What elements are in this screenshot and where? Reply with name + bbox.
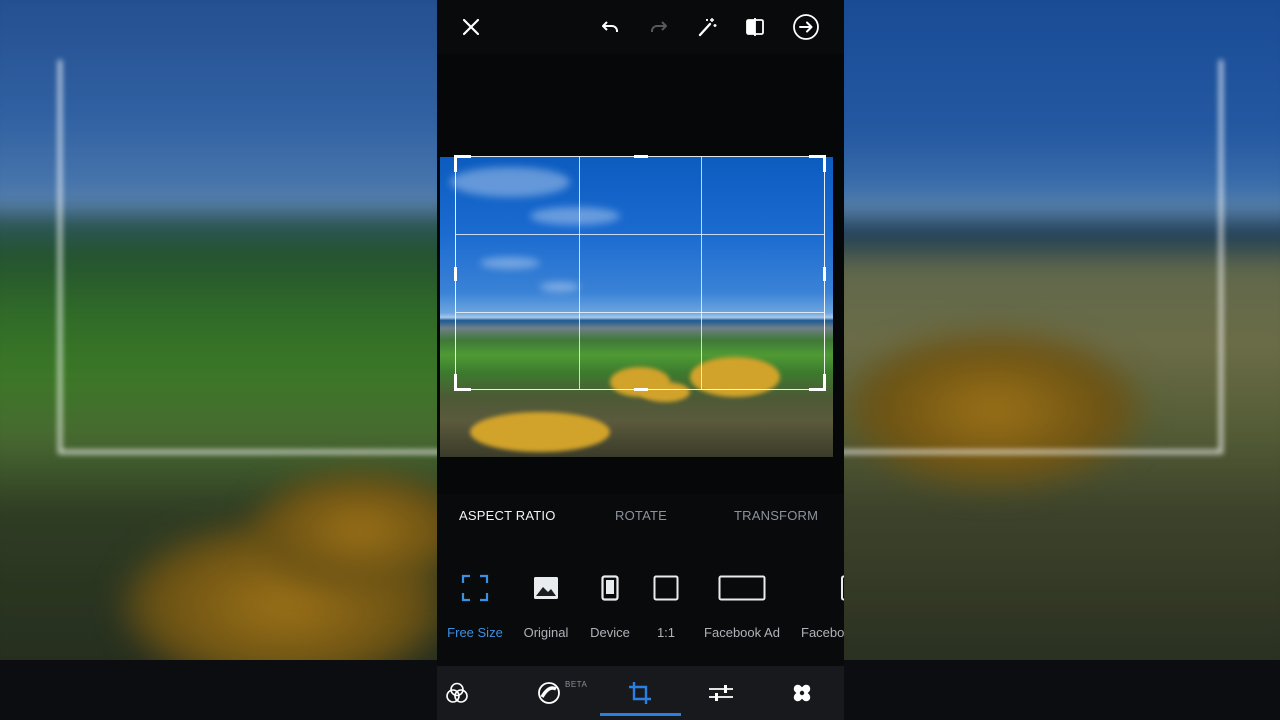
crop-icon (629, 682, 651, 704)
ratio-free-size[interactable]: Free Size (446, 560, 504, 650)
crop-handle-bottom-right[interactable] (809, 374, 826, 391)
aspect-ratio-list: Free Size Original Device 1:1 Facebook A… (437, 560, 844, 660)
crop-canvas (437, 54, 844, 494)
redo-button[interactable] (644, 12, 674, 42)
close-icon (462, 18, 480, 36)
ratio-label: Original (523, 625, 569, 640)
crop-handle-bottom-left[interactable] (454, 374, 471, 391)
image-icon (534, 577, 558, 599)
undo-icon (602, 21, 618, 32)
mix-button[interactable] (536, 680, 562, 706)
crop-button[interactable] (627, 680, 653, 706)
wide-rect-icon (841, 575, 844, 601)
crop-handle-bottom[interactable] (634, 388, 648, 391)
crop-handle-right[interactable] (823, 267, 826, 281)
active-tool-indicator (600, 713, 681, 716)
beta-badge: BETA (565, 680, 588, 689)
looks-button[interactable] (444, 680, 470, 706)
close-button[interactable] (456, 12, 486, 42)
undo-button[interactable] (595, 12, 625, 42)
mix-icon (538, 682, 560, 704)
crop-handle-top[interactable] (634, 155, 648, 158)
tab-transform[interactable]: TRANSFORM (734, 508, 818, 523)
blurred-backdrop-right (844, 0, 1280, 720)
tab-aspect-ratio[interactable]: ASPECT RATIO (459, 508, 556, 523)
sliders-icon (709, 685, 733, 701)
auto-fix-button[interactable] (692, 12, 722, 42)
crop-handle-left[interactable] (454, 267, 457, 281)
heal-button[interactable] (789, 680, 815, 706)
tab-rotate[interactable]: ROTATE (615, 508, 667, 523)
photo-editor-app: ASPECT RATIO ROTATE TRANSFORM Free Size … (437, 0, 844, 720)
ratio-label: Device (590, 625, 630, 640)
arrow-right-circle-icon (793, 14, 819, 40)
blurred-backdrop-left (0, 0, 437, 720)
free-size-icon (461, 574, 489, 602)
crop-handle-top-left[interactable] (454, 155, 471, 172)
ratio-facebook[interactable]: Facebo (801, 560, 844, 650)
ratio-label: Facebook Ad (704, 625, 780, 640)
ratio-original[interactable]: Original (518, 560, 574, 650)
adjust-button[interactable] (708, 680, 734, 706)
ratio-label: 1:1 (656, 625, 676, 640)
next-button[interactable] (791, 12, 821, 42)
bandage-icon (793, 684, 811, 702)
ratio-label: Free Size (447, 625, 503, 640)
redo-icon (651, 21, 667, 32)
looks-icon (446, 682, 468, 703)
square-icon (653, 575, 679, 601)
phone-icon (601, 575, 619, 601)
ratio-device[interactable]: Device (586, 560, 634, 650)
ratio-1-1[interactable]: 1:1 (648, 560, 684, 650)
ratio-facebook-ad[interactable]: Facebook Ad (699, 560, 785, 650)
wide-rect-icon (718, 575, 766, 601)
compare-button[interactable] (740, 12, 770, 42)
top-toolbar (437, 0, 844, 54)
compare-icon (746, 18, 764, 36)
crop-frame[interactable] (454, 155, 826, 391)
magic-wand-icon (698, 18, 717, 37)
bottom-nav: BETA (437, 666, 844, 720)
crop-tabs: ASPECT RATIO ROTATE TRANSFORM (437, 494, 844, 538)
ratio-label: Facebo (801, 625, 844, 640)
crop-handle-top-right[interactable] (809, 155, 826, 172)
